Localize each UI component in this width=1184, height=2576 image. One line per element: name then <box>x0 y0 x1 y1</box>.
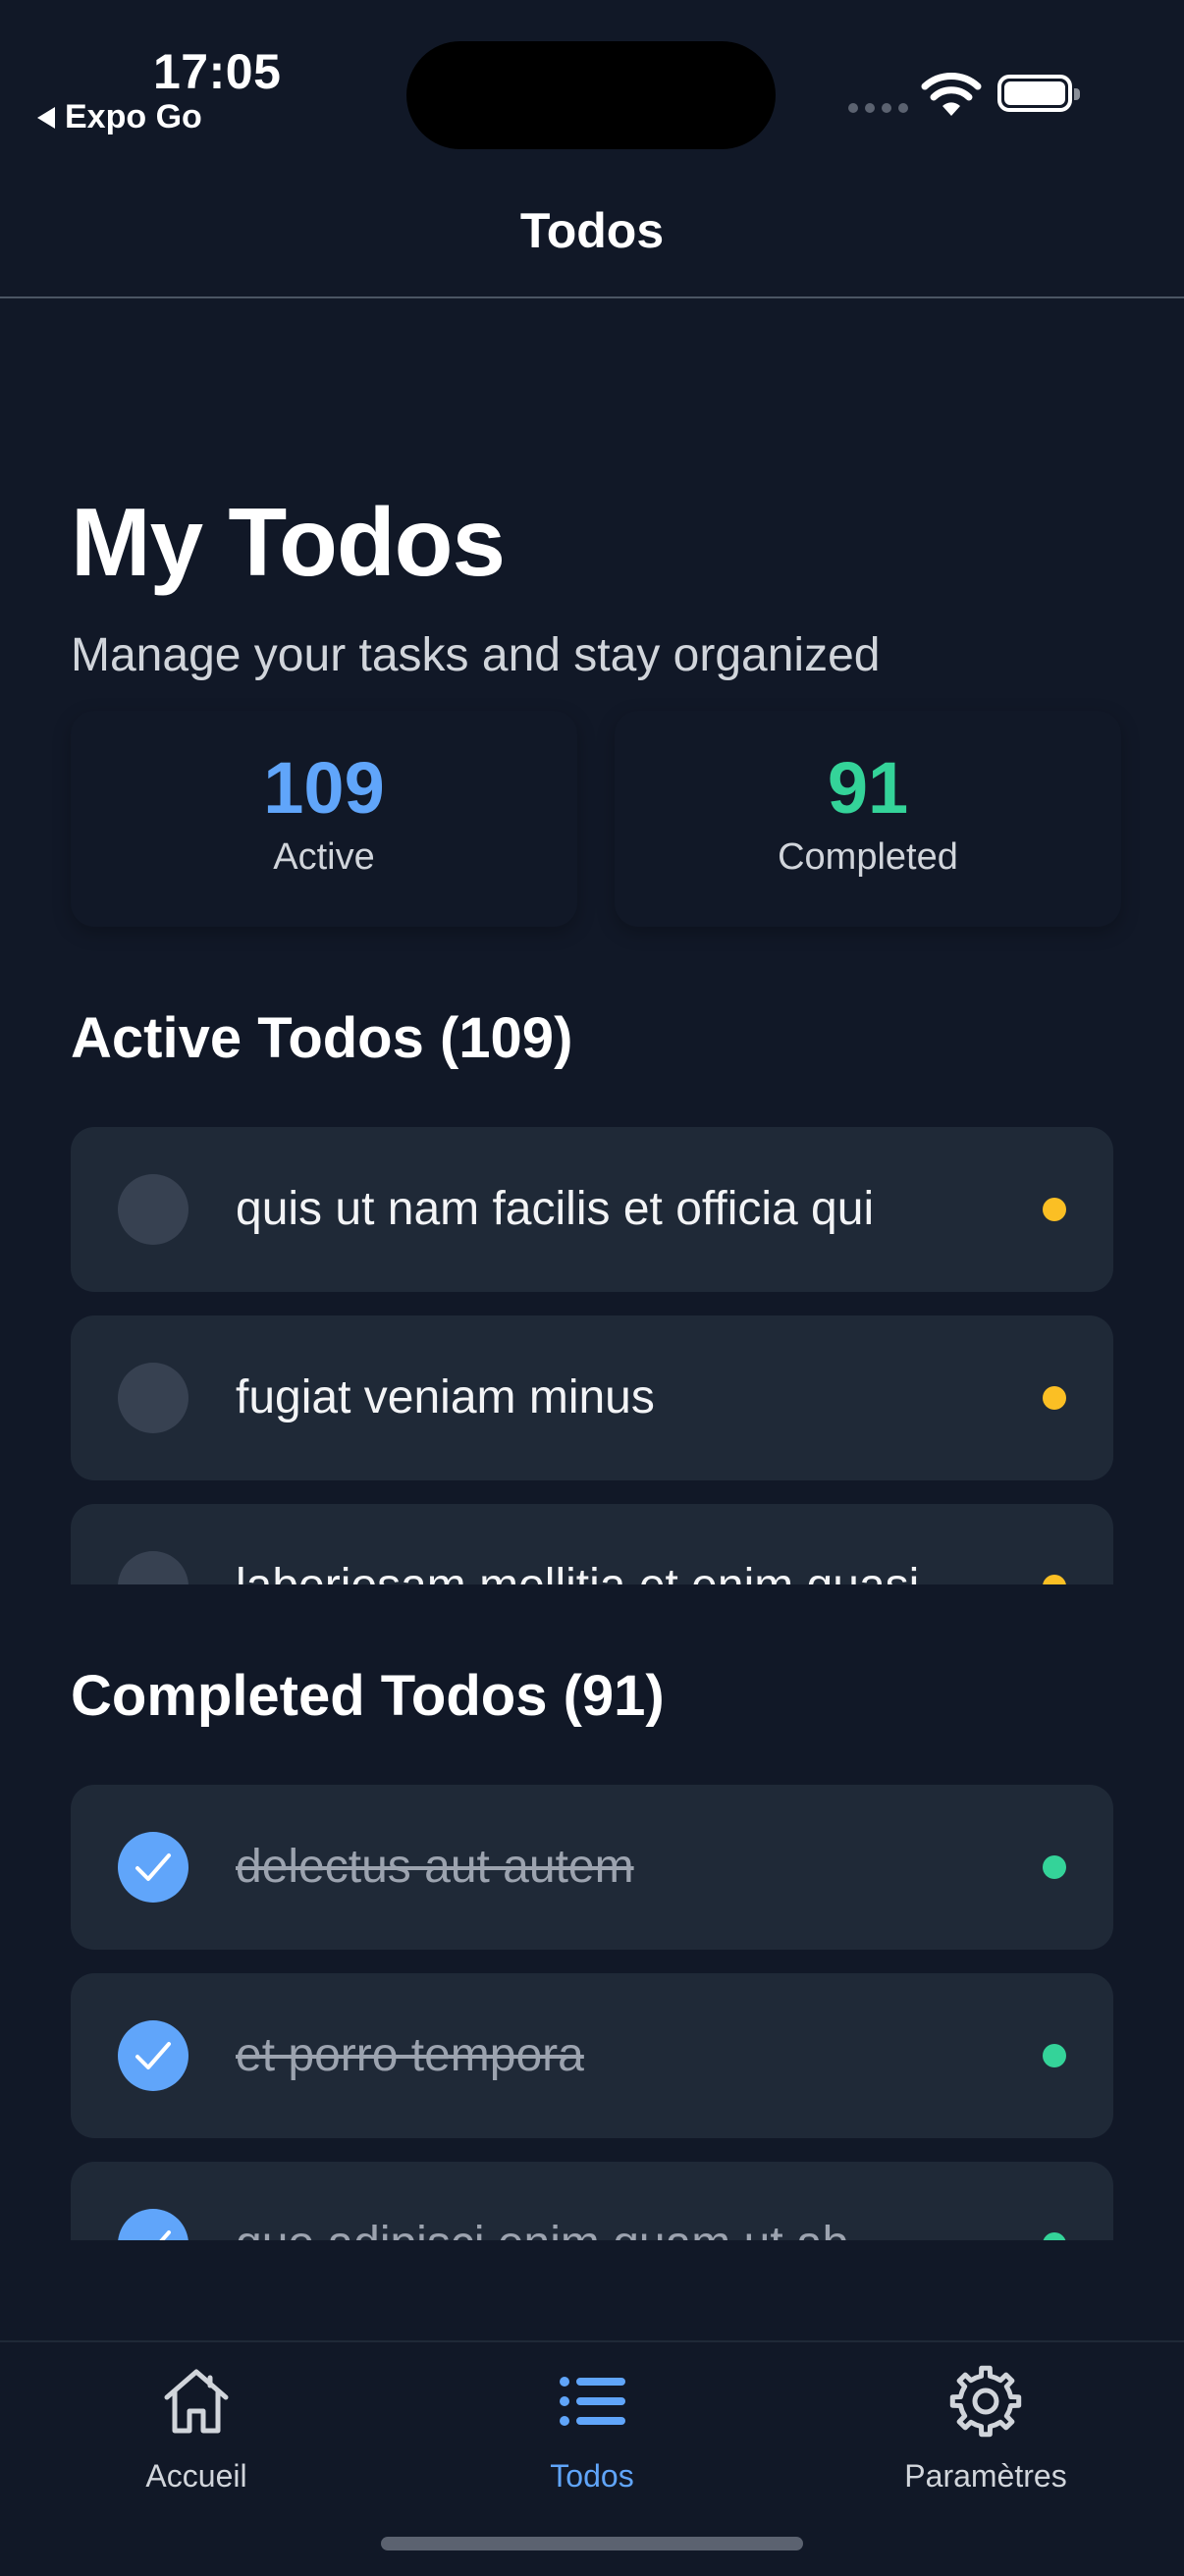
active-section-title: Active Todos (109) <box>71 1006 573 1070</box>
tab-accueil[interactable]: Accueil <box>49 2362 344 2495</box>
checkmark-icon <box>135 1853 171 1881</box>
todo-text: delectus aut autem <box>236 1841 634 1893</box>
priority-dot <box>1043 1198 1066 1221</box>
todo-checkbox[interactable] <box>118 1551 188 1584</box>
todo-checkbox-checked[interactable] <box>118 1832 188 1903</box>
back-to-app-link[interactable]: Expo Go <box>37 98 202 136</box>
wifi-icon <box>921 73 982 116</box>
completed-todo-item[interactable]: et porro tempora <box>71 1973 1113 2138</box>
tab-todos[interactable]: Todos <box>445 2362 739 2495</box>
active-stat-card: 109 Active <box>71 711 577 927</box>
battery-icon <box>997 75 1080 112</box>
todo-text: quo adipisci enim quam ut ab <box>236 2162 848 2240</box>
todo-text: quis ut nam facilis et officia qui <box>236 1183 875 1235</box>
active-count: 109 <box>263 747 385 829</box>
tab-label: Paramètres <box>904 2458 1067 2494</box>
page-subtitle: Manage your tasks and stay organized <box>71 629 881 681</box>
gear-icon <box>949 2365 1022 2438</box>
cellular-signal-icon <box>848 103 908 113</box>
completed-todo-list[interactable]: delectus aut autem et porro tempora quo … <box>71 1785 1113 2240</box>
todo-text: et porro tempora <box>236 2029 584 2081</box>
checkmark-icon <box>135 2042 171 2069</box>
back-app-label: Expo Go <box>65 98 202 135</box>
tab-label: Accueil <box>145 2458 247 2494</box>
home-indicator <box>381 2537 803 2550</box>
status-time: 17:05 <box>153 44 282 99</box>
active-label: Active <box>273 836 375 878</box>
priority-dot <box>1043 1855 1066 1879</box>
active-todo-item[interactable]: quis ut nam facilis et officia qui <box>71 1127 1113 1292</box>
completed-stat-card: 91 Completed <box>615 711 1121 927</box>
priority-dot <box>1043 2044 1066 2067</box>
completed-count: 91 <box>827 747 909 829</box>
todo-text: fugiat veniam minus <box>236 1371 655 1423</box>
header-title: Todos <box>519 203 665 258</box>
todo-checkbox-checked[interactable] <box>118 2209 188 2240</box>
priority-dot <box>1043 1386 1066 1410</box>
priority-dot <box>1043 1575 1066 1584</box>
page-title: My Todos <box>71 488 506 596</box>
completed-todo-item[interactable]: delectus aut autem <box>71 1785 1113 1950</box>
completed-label: Completed <box>778 836 958 878</box>
list-icon <box>560 2377 625 2426</box>
active-todo-list[interactable]: quis ut nam facilis et officia qui fugia… <box>71 1127 1113 1584</box>
priority-dot <box>1043 2232 1066 2240</box>
back-arrow-icon <box>37 106 55 129</box>
tab-parametres[interactable]: Paramètres <box>838 2362 1133 2495</box>
todo-text: laboriosam mollitia et enim quasi <box>236 1504 919 1584</box>
header-divider <box>0 296 1184 298</box>
completed-section-title: Completed Todos (91) <box>71 1664 665 1728</box>
active-todo-item[interactable]: laboriosam mollitia et enim quasi <box>71 1504 1113 1584</box>
tab-label: Todos <box>550 2458 634 2494</box>
completed-todo-item[interactable]: quo adipisci enim quam ut ab <box>71 2162 1113 2240</box>
todo-checkbox[interactable] <box>118 1363 188 1433</box>
dynamic-island <box>406 41 776 149</box>
active-todo-item[interactable]: fugiat veniam minus <box>71 1315 1113 1480</box>
todo-checkbox-checked[interactable] <box>118 2020 188 2091</box>
checkmark-icon <box>159 2230 171 2240</box>
home-icon <box>164 2369 229 2434</box>
todo-checkbox[interactable] <box>118 1174 188 1245</box>
